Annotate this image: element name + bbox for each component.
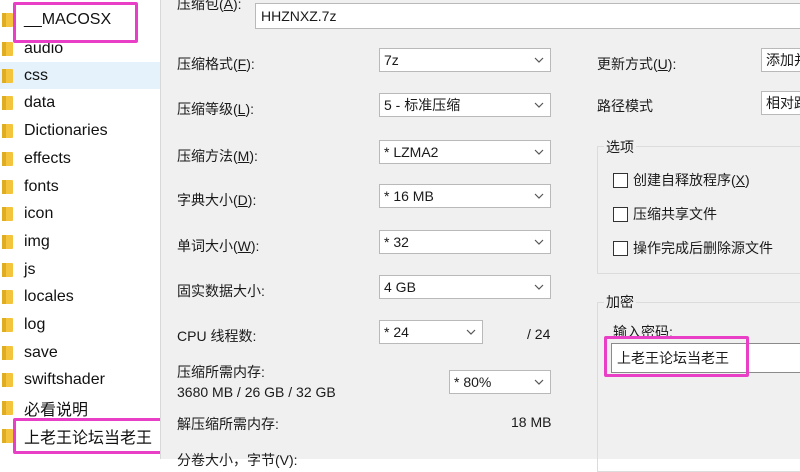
options-group-title: 选项 [604, 137, 636, 157]
folder-icon [2, 400, 13, 416]
folder-item[interactable]: js [0, 256, 160, 283]
folder-label: fonts [24, 177, 59, 195]
folder-item[interactable]: log [0, 311, 160, 338]
decompress-memory-value: 18 MB [511, 414, 552, 430]
chevron-down-icon [528, 94, 550, 116]
update-mode-label: 更新方式(U): [597, 56, 677, 72]
folder-label: img [24, 232, 50, 250]
checkbox-box [613, 206, 628, 222]
folder-item[interactable]: 必看说明 [0, 394, 160, 421]
folder-icon [2, 12, 13, 28]
cpu-threads-label: CPU 线程数: [177, 328, 257, 344]
add-to-archive-dialog: 压缩包(A): HHZNXZ.7z 压缩格式(F): 7z 压缩等级(L): 5… [160, 0, 800, 472]
chevron-down-icon [460, 321, 482, 343]
chevron-down-icon [528, 231, 550, 253]
checkbox-box [613, 172, 628, 188]
word-size-label: 单词大小(W): [177, 238, 260, 254]
folder-label: js [24, 260, 36, 278]
folder-label: swiftshader [24, 370, 105, 388]
dictionary-size-select[interactable]: * 16 MB [379, 184, 551, 208]
folder-label: save [24, 343, 58, 361]
folder-label: effects [24, 149, 71, 167]
decompress-memory-label: 解压缩所需内存: [177, 416, 279, 432]
folder-icon [2, 428, 13, 444]
folder-icon [2, 68, 13, 84]
split-volume-label: 分卷大小，字节(V): [177, 452, 298, 468]
file-explorer-pane: __MACOSX audio css data Dictionaries effects f… [0, 0, 160, 459]
highlight-macosx [13, 2, 138, 43]
memory-usage-select[interactable]: * 80% [449, 370, 551, 394]
folder-item[interactable]: effects [0, 145, 160, 172]
delete-after-compress-checkbox[interactable]: 操作完成后删除源文件 [613, 238, 773, 258]
checkbox-box [613, 240, 628, 256]
solid-block-size-label: 固实数据大小: [177, 283, 265, 299]
folder-label: locales [24, 287, 74, 305]
format-select[interactable]: 7z [379, 48, 551, 72]
method-label: 压缩方法(M): [177, 148, 258, 164]
highlight-laowang-folder [13, 418, 160, 454]
folder-label: log [24, 315, 46, 333]
folder-icon [2, 289, 13, 305]
folder-icon [2, 41, 13, 57]
cpu-threads-max: / 24 [527, 326, 551, 342]
path-mode-select[interactable]: 相对路 [761, 91, 800, 115]
folder-item[interactable]: data [0, 89, 160, 116]
folder-item[interactable]: icon [0, 200, 160, 227]
folder-icon [2, 179, 13, 195]
folder-item[interactable]: fonts [0, 173, 160, 200]
encryption-group-title: 加密 [604, 292, 636, 312]
path-mode-label: 路径模式 [597, 98, 653, 114]
highlight-password [604, 336, 749, 377]
cpu-threads-select[interactable]: * 24 [379, 320, 483, 344]
dictionary-size-label: 字典大小(D): [177, 192, 257, 208]
compress-memory-label: 压缩所需内存: [177, 364, 265, 380]
folder-item[interactable]: Dictionaries [0, 117, 160, 144]
method-select[interactable]: * LZMA2 [379, 140, 551, 164]
level-label: 压缩等级(L): [177, 101, 255, 117]
level-select[interactable]: 5 - 标准压缩 [379, 93, 551, 117]
compress-shared-files-checkbox[interactable]: 压缩共享文件 [613, 204, 717, 224]
archive-name-label: 压缩包(A): [177, 0, 242, 12]
create-sfx-checkbox[interactable]: 创建自释放程序(X) [613, 170, 750, 190]
folder-item[interactable]: locales [0, 283, 160, 310]
archive-name-input[interactable]: HHZNXZ.7z [255, 3, 800, 29]
folder-icon [2, 345, 13, 361]
folder-icon [2, 262, 13, 278]
compress-memory-detail: 3680 MB / 26 GB / 32 GB [177, 384, 336, 400]
folder-icon [2, 206, 13, 222]
folder-label: data [24, 93, 56, 111]
chevron-down-icon [528, 371, 550, 393]
folder-icon [2, 95, 13, 111]
chevron-down-icon [528, 49, 550, 71]
folder-icon [2, 234, 13, 250]
folder-label: 必看说明 [24, 401, 89, 419]
folder-item[interactable]: css [0, 62, 160, 89]
folder-label: Dictionaries [24, 121, 108, 139]
folder-icon [2, 317, 13, 333]
word-size-select[interactable]: * 32 [379, 230, 551, 254]
folder-item[interactable]: swiftshader [0, 366, 160, 393]
update-mode-select[interactable]: 添加并 [761, 48, 800, 72]
folder-item[interactable]: img [0, 228, 160, 255]
folder-icon [2, 372, 13, 388]
chevron-down-icon [528, 185, 550, 207]
folder-icon [2, 123, 13, 139]
format-label: 压缩格式(F): [177, 56, 255, 72]
folder-label: css [24, 66, 48, 84]
chevron-down-icon [528, 276, 550, 298]
solid-block-size-select[interactable]: 4 GB [379, 275, 551, 299]
folder-icon [2, 151, 13, 167]
chevron-down-icon [528, 141, 550, 163]
folder-item[interactable]: save [0, 339, 160, 366]
folder-label: icon [24, 204, 54, 222]
